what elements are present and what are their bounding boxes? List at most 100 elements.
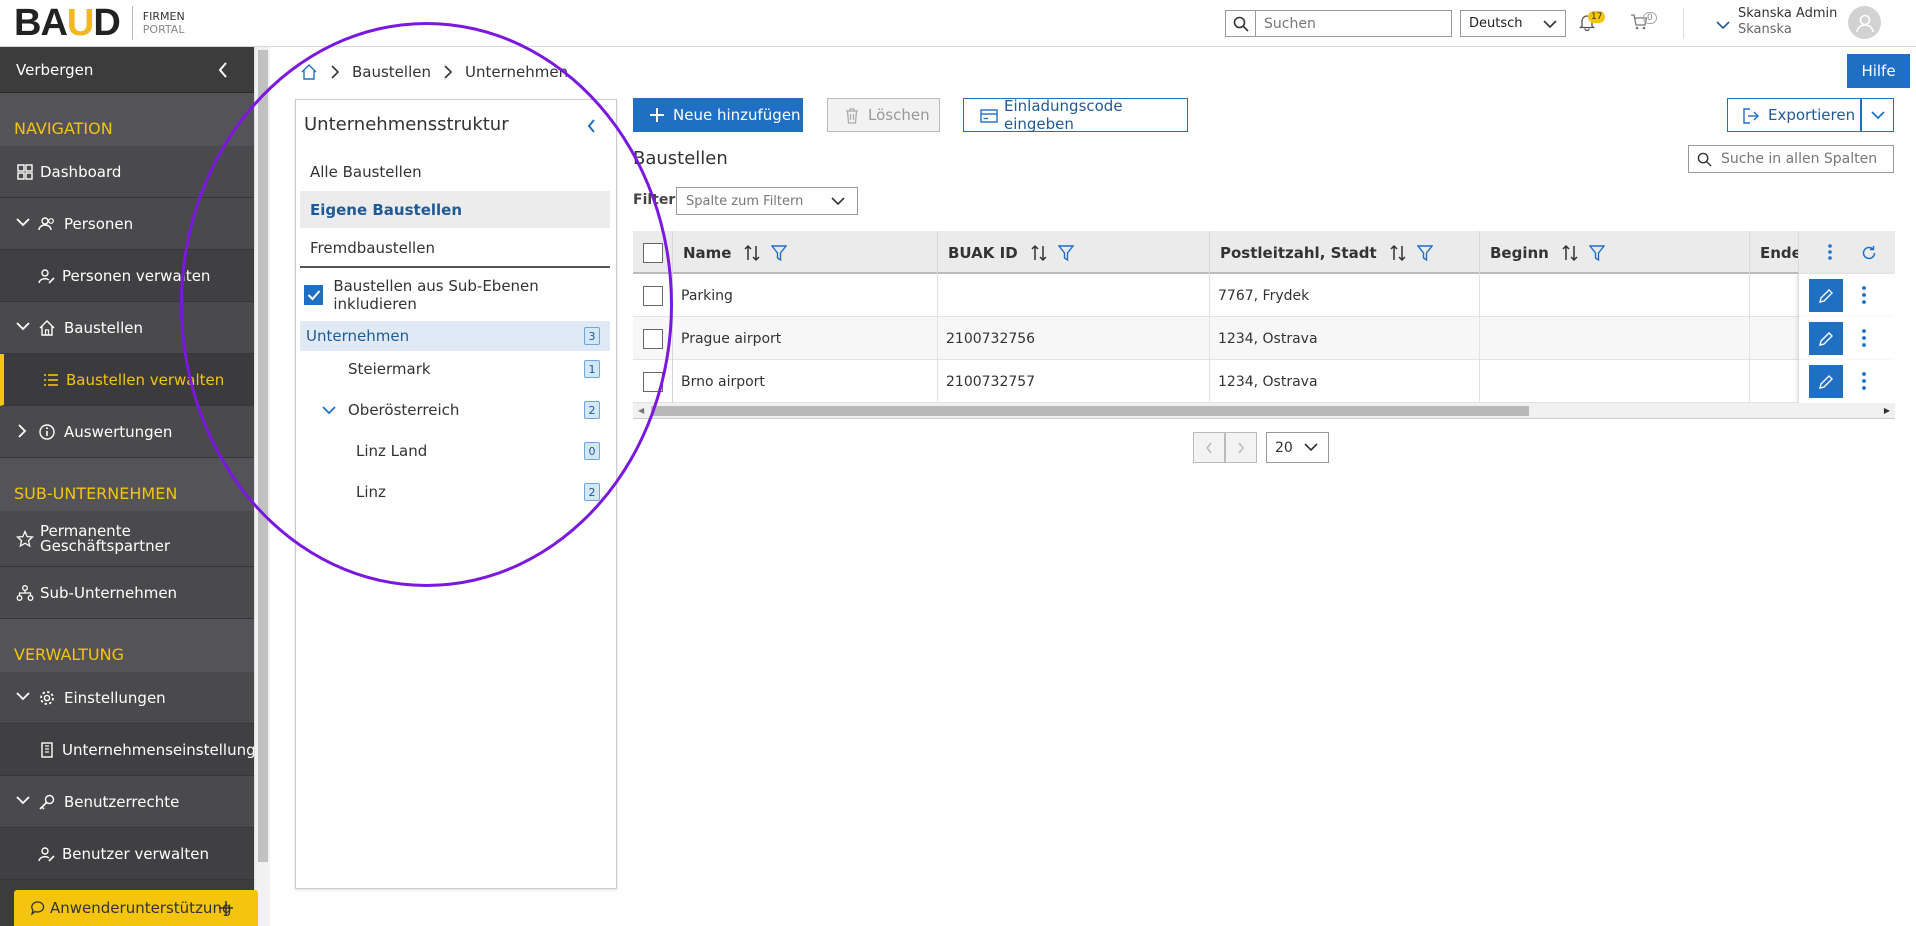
checkbox-checked[interactable]: [304, 285, 324, 305]
pencil-icon: [1819, 288, 1833, 303]
chevron-right-icon: [331, 65, 340, 79]
search-icon: [1226, 11, 1256, 36]
table-row[interactable]: Prague airport 2100732756 1234, Ostrava: [633, 317, 1895, 360]
edit-button[interactable]: [1809, 365, 1843, 398]
sidebar-item-einstellungen[interactable]: Einstellungen: [0, 672, 254, 724]
delete-button[interactable]: Löschen: [827, 98, 940, 132]
tree-node-steiermark[interactable]: Steiermark 1: [300, 354, 610, 384]
more-vertical-icon[interactable]: [1861, 371, 1867, 391]
select-all-checkbox-cell[interactable]: [633, 231, 673, 274]
more-vertical-icon[interactable]: [1827, 243, 1833, 261]
sidebar-item-auswertungen[interactable]: Auswertungen: [0, 406, 254, 458]
chevron-left-icon[interactable]: [586, 118, 596, 138]
export-button[interactable]: Exportieren: [1727, 98, 1861, 132]
enter-invite-code-button[interactable]: Einladungscode eingeben: [963, 97, 1188, 133]
check-icon: [307, 290, 320, 301]
plus-icon: [650, 108, 664, 122]
cart-badge: 0: [1643, 12, 1657, 24]
filter-icon[interactable]: [1588, 244, 1605, 262]
sidebar-item-personen-verwalten[interactable]: Personen verwalten: [0, 250, 254, 302]
row-actions: [1798, 317, 1895, 360]
cell-beginn: [1480, 274, 1750, 317]
sidebar-item-baustellen[interactable]: Baustellen: [0, 302, 254, 354]
sidebar-item-baustellen-verwalten[interactable]: Baustellen verwalten: [0, 354, 254, 406]
row-checkbox[interactable]: [642, 371, 663, 392]
page-size-select[interactable]: 20: [1266, 432, 1329, 463]
sort-icon[interactable]: [1561, 244, 1579, 262]
sidebar-scrollbar[interactable]: [254, 47, 270, 926]
export-options-button[interactable]: [1861, 98, 1894, 132]
building-icon: [41, 742, 53, 758]
sidebar-item-unternehmenseinstellungen[interactable]: Unternehmenseinstellungen: [0, 724, 274, 776]
top-header: BAUD FIRMEN PORTAL Suchen Deutsch 17 0 S…: [0, 0, 1916, 47]
user-menu[interactable]: Skanska Admin Skanska: [1714, 6, 1864, 38]
search-all-columns-input[interactable]: Suche in allen Spalten: [1688, 145, 1894, 173]
sidebar-item-permanente-partner[interactable]: Permanente Geschäftspartner: [0, 511, 254, 567]
row-checkbox[interactable]: [642, 328, 663, 349]
cell-city: 7767, Frydek: [1210, 274, 1480, 317]
cart-button[interactable]: 0: [1630, 12, 1657, 35]
filter-alle-baustellen[interactable]: Alle Baustellen: [300, 153, 610, 190]
filter-fremdbaustellen[interactable]: Fremdbaustellen: [300, 229, 610, 266]
column-header-beginn[interactable]: Beginn: [1480, 231, 1750, 274]
cell-name: Brno airport: [673, 360, 938, 403]
table-row[interactable]: Brno airport 2100732757 1234, Ostrava: [633, 360, 1895, 403]
sidebar-item-personen[interactable]: Personen: [0, 198, 254, 250]
row-checkbox[interactable]: [642, 285, 663, 306]
scroll-left-icon[interactable]: ◀: [638, 406, 644, 415]
column-header-city[interactable]: Postleitzahl, Stadt: [1210, 231, 1480, 274]
sidebar-item-benutzer-verwalten[interactable]: Benutzer verwalten: [0, 828, 254, 880]
trash-icon: [846, 108, 858, 124]
support-button[interactable]: Anwenderunterstützung: [14, 890, 258, 926]
tree-node-oberoesterreich[interactable]: Oberösterreich 2: [300, 395, 610, 425]
plus-icon: [219, 901, 233, 915]
select-all-checkbox[interactable]: [642, 242, 663, 263]
filter-icon[interactable]: [771, 244, 788, 262]
tree-node-linz-land[interactable]: Linz Land 0: [300, 436, 610, 466]
help-button[interactable]: Hilfe: [1847, 54, 1910, 88]
tree-node-linz[interactable]: Linz 2: [300, 477, 610, 507]
sort-icon[interactable]: [1389, 244, 1407, 262]
sidebar-hide-toggle[interactable]: Verbergen: [0, 47, 254, 93]
dashboard-icon: [17, 164, 33, 180]
sidebar-item-sub-unternehmen[interactable]: Sub-Unternehmen: [0, 567, 254, 619]
include-sub-levels-checkbox[interactable]: Baustellen aus Sub-Ebenen inkludieren: [304, 277, 616, 313]
previous-page-button[interactable]: [1193, 432, 1225, 463]
home-icon[interactable]: [300, 63, 318, 81]
more-vertical-icon[interactable]: [1861, 328, 1867, 348]
global-search-input[interactable]: Suchen: [1225, 10, 1452, 37]
next-page-button[interactable]: [1225, 432, 1257, 463]
chevron-down-icon[interactable]: [322, 405, 336, 415]
table-row[interactable]: Parking 7767, Frydek: [633, 274, 1895, 317]
more-vertical-icon[interactable]: [1861, 285, 1867, 305]
chevron-down-icon: [16, 796, 30, 805]
tree-node-unternehmen[interactable]: Unternehmen 3: [300, 321, 610, 351]
notifications-button[interactable]: 17: [1578, 11, 1606, 35]
filter-icon[interactable]: [1057, 244, 1074, 262]
scroll-right-icon[interactable]: ▶: [1884, 406, 1890, 415]
home-icon: [39, 320, 55, 336]
edit-button[interactable]: [1809, 279, 1843, 312]
refresh-icon[interactable]: [1861, 245, 1877, 261]
sort-icon[interactable]: [743, 244, 761, 262]
edit-button[interactable]: [1809, 322, 1843, 355]
filter-icon[interactable]: [1416, 244, 1433, 262]
logo-word: BAUD: [14, 2, 121, 44]
sidebar-item-dashboard[interactable]: Dashboard: [0, 146, 254, 198]
company-structure-panel: Unternehmensstruktur Alle Baustellen Eig…: [295, 99, 617, 889]
add-new-button[interactable]: Neue hinzufügen: [633, 98, 803, 132]
row-actions: [1798, 274, 1895, 317]
language-select[interactable]: Deutsch: [1460, 10, 1566, 37]
avatar[interactable]: [1848, 6, 1881, 39]
sort-icon[interactable]: [1030, 244, 1048, 262]
breadcrumb-baustellen[interactable]: Baustellen: [352, 63, 431, 81]
table-horizontal-scrollbar[interactable]: ◀ ▶: [633, 403, 1895, 419]
column-header-name[interactable]: Name: [673, 231, 938, 274]
column-header-buak-id[interactable]: BUAK ID: [938, 231, 1210, 274]
filter-column-select[interactable]: Spalte zum Filtern: [676, 187, 858, 215]
sidebar-item-benutzerrechte[interactable]: Benutzerrechte: [0, 776, 254, 828]
filter-eigene-baustellen[interactable]: Eigene Baustellen: [300, 191, 610, 228]
section-verwaltung: VERWALTUNG: [0, 619, 254, 672]
scrollbar-thumb[interactable]: [651, 406, 1529, 416]
logo[interactable]: BAUD FIRMEN PORTAL: [14, 4, 185, 42]
